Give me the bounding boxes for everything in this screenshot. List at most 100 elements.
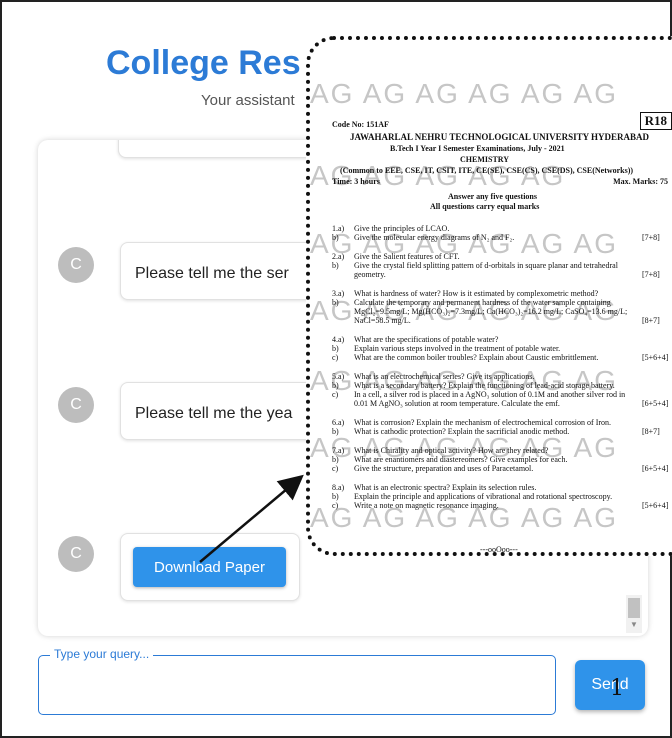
scroll-down-arrow-icon[interactable]: ▼ bbox=[630, 620, 638, 629]
paper-question-text: Calculate the temporary and permanent ha… bbox=[354, 298, 611, 307]
paper-question-text: In a cell, a silver rod is placed in a A… bbox=[354, 390, 626, 399]
chat-message-text: Please tell me the yea bbox=[135, 405, 293, 422]
paper-question-row: b) What are enantiomers and diastereomers… bbox=[332, 455, 567, 464]
paper-question-marks: [8+7] bbox=[642, 427, 660, 436]
paper-preview: AG AG AG AG AG AG AG AG AG AG AG AG AG A… bbox=[306, 36, 672, 556]
paper-question-text: What is Chirality and optical activity? … bbox=[354, 446, 549, 455]
paper-question-text: What is a secondary battery? Explain the… bbox=[354, 381, 615, 390]
paper-question-text: What are the specifications of potable w… bbox=[354, 335, 499, 344]
paper-question-row: b) Calculate the temporary and permanent … bbox=[332, 298, 611, 307]
paper-question-row: 7.a) What is Chirality and optical activi… bbox=[332, 446, 548, 455]
paper-question-number: c) bbox=[332, 464, 339, 473]
paper-question-text: What are enantiomers and diastereomers? … bbox=[354, 455, 568, 464]
paper-question-marks: [5+6+4] bbox=[642, 353, 669, 362]
paper-question-row: MgCl₂=9.5mg/L; Mg(HCO₃)₂=7.3mg/L; Ca(HCO… bbox=[332, 307, 627, 316]
paper-question-number: b) bbox=[332, 455, 339, 464]
query-input[interactable] bbox=[50, 674, 540, 698]
paper-question-row: b) Give the crystal field splitting patte… bbox=[332, 261, 618, 270]
paper-question-row: b) Explain various steps involved in the … bbox=[332, 344, 560, 353]
paper-question-text: Give the molecular energy diagrams of N₂… bbox=[354, 233, 515, 242]
paper-question-text: What is hardness of water? How is it est… bbox=[354, 289, 599, 298]
paper-question-number: b) bbox=[332, 298, 339, 307]
paper-max-marks: Max. Marks: 75 bbox=[613, 177, 668, 186]
paper-question-text: Write a note on magnetic resonance imagi… bbox=[354, 501, 499, 510]
paper-question-text: Give the principles of LCAO. bbox=[354, 224, 450, 233]
paper-regulation: R18 bbox=[639, 112, 672, 130]
paper-question-text: What is corrosion? Explain the mechanism… bbox=[354, 418, 612, 427]
paper-question-number: c) bbox=[332, 353, 339, 362]
query-field-label: Type your query... bbox=[50, 647, 154, 661]
paper-question-text: 0.01 M AgNO₃ solution at room temperatur… bbox=[354, 399, 560, 408]
paper-code: Code No: 151AF bbox=[332, 120, 389, 129]
paper-question-text: Give the Salient features of CFT. bbox=[354, 252, 460, 261]
paper-question-row: 3.a) What is hardness of water? How is it… bbox=[332, 289, 598, 298]
paper-exam: B.Tech I Year I Semester Examinations, J… bbox=[390, 144, 565, 153]
paper-time: Time: 3 hours bbox=[332, 177, 380, 186]
page-title: College Res bbox=[106, 44, 301, 82]
paper-question-number: 8.a) bbox=[332, 483, 345, 492]
paper-question-row: geometry. [7+8] bbox=[332, 270, 660, 279]
download-paper-button[interactable]: Download Paper bbox=[133, 547, 286, 587]
paper-question-number: c) bbox=[332, 501, 339, 510]
paper-question-number: b) bbox=[332, 233, 339, 242]
watermark-text: AG bbox=[310, 78, 355, 109]
paper-instruction: Answer any five questions bbox=[448, 192, 537, 201]
page-subtitle: Your assistant bbox=[201, 92, 295, 109]
paper-question-row: c) Write a note on magnetic resonance ima… bbox=[332, 501, 668, 510]
paper-question-row: 6.a) What is corrosion? Explain the mecha… bbox=[332, 418, 611, 427]
paper-question-marks: [5+6+4] bbox=[642, 501, 669, 510]
paper-question-number: 2.a) bbox=[332, 252, 345, 261]
paper-question-text: What is cathodic protection? Explain the… bbox=[354, 427, 570, 436]
cursor-mark: 1 bbox=[610, 676, 624, 701]
paper-question-number: 4.a) bbox=[332, 335, 345, 344]
avatar: C bbox=[58, 247, 94, 283]
paper-question-marks: [7+8] bbox=[642, 270, 660, 279]
paper-question-number: b) bbox=[332, 492, 339, 501]
paper-question-text: Explain various steps involved in the tr… bbox=[354, 344, 561, 353]
paper-question-row: b) Explain the principle and applications… bbox=[332, 492, 612, 501]
paper-question-row: b) What is a secondary battery? Explain t… bbox=[332, 381, 615, 390]
paper-question-number: b) bbox=[332, 261, 339, 270]
paper-question-text: Give the crystal field splitting pattern… bbox=[354, 261, 618, 270]
paper-question-marks: [7+8] bbox=[642, 233, 660, 242]
paper-question-text: geometry. bbox=[354, 270, 386, 279]
paper-question-row: NaCl=58.5 mg/L. [8+7] bbox=[332, 316, 660, 325]
paper-question-number: b) bbox=[332, 427, 339, 436]
paper-question-text: What is an electronic spectra? Explain i… bbox=[354, 483, 537, 492]
chat-scrollbar-thumb[interactable] bbox=[628, 598, 640, 618]
paper-question-text: What are the common boiler troubles? Exp… bbox=[354, 353, 599, 362]
paper-question-number: 6.a) bbox=[332, 418, 345, 427]
paper-question-row: c) In a cell, a silver rod is placed in a… bbox=[332, 390, 625, 399]
paper-question-row: b) What is cathodic protection? Explain t… bbox=[332, 427, 660, 436]
paper-question-row: 8.a) What is an electronic spectra? Expla… bbox=[332, 483, 536, 492]
paper-question-number: b) bbox=[332, 344, 339, 353]
paper-question-row: c) Give the structure, preparation and us… bbox=[332, 464, 668, 473]
paper-question-number: b) bbox=[332, 381, 339, 390]
paper-question-row: 2.a) Give the Salient features of CFT. bbox=[332, 252, 460, 261]
paper-question-number: 7.a) bbox=[332, 446, 345, 455]
paper-question-row: c) What are the common boiler troubles? E… bbox=[332, 353, 668, 362]
paper-question-number: c) bbox=[332, 390, 339, 399]
previous-message-bubble bbox=[118, 140, 338, 158]
paper-question-row: 4.a) What are the specifications of potab… bbox=[332, 335, 498, 344]
paper-footer: ---ooOoo--- bbox=[480, 545, 518, 554]
paper-question-marks: [8+7] bbox=[642, 316, 660, 325]
paper-branches: (Common to EEE, CSE, IT, CSIT, ITE, CE(S… bbox=[340, 166, 634, 175]
watermark-row: AG AG AG AG AG AG bbox=[310, 78, 618, 109]
paper-question-row: b) Give the molecular energy diagrams of … bbox=[332, 233, 660, 242]
paper-question-text: What is an electrochemical series? Give … bbox=[354, 372, 535, 381]
paper-question-marks: [6+5+4] bbox=[642, 464, 669, 473]
paper-question-number: 3.a) bbox=[332, 289, 345, 298]
watermark-row: AG AG AG AG AG bbox=[310, 160, 566, 191]
paper-question-number: 1.a) bbox=[332, 224, 345, 233]
paper-question-number: 5.a) bbox=[332, 372, 345, 381]
paper-question-text: Give the structure, preparation and uses… bbox=[354, 464, 534, 473]
paper-question-text: MgCl₂=9.5mg/L; Mg(HCO₃)₂=7.3mg/L; Ca(HCO… bbox=[354, 307, 628, 316]
paper-instruction: All questions carry equal marks bbox=[430, 202, 540, 211]
chat-message-text: Please tell me the ser bbox=[135, 265, 289, 282]
avatar: C bbox=[58, 536, 94, 572]
paper-question-marks: [6+5+4] bbox=[642, 399, 669, 408]
paper-question-row: 0.01 M AgNO₃ solution at room temperatur… bbox=[332, 399, 668, 408]
paper-question-text: Explain the principle and applications o… bbox=[354, 492, 613, 501]
paper-question-row: 1.a) Give the principles of LCAO. bbox=[332, 224, 449, 233]
